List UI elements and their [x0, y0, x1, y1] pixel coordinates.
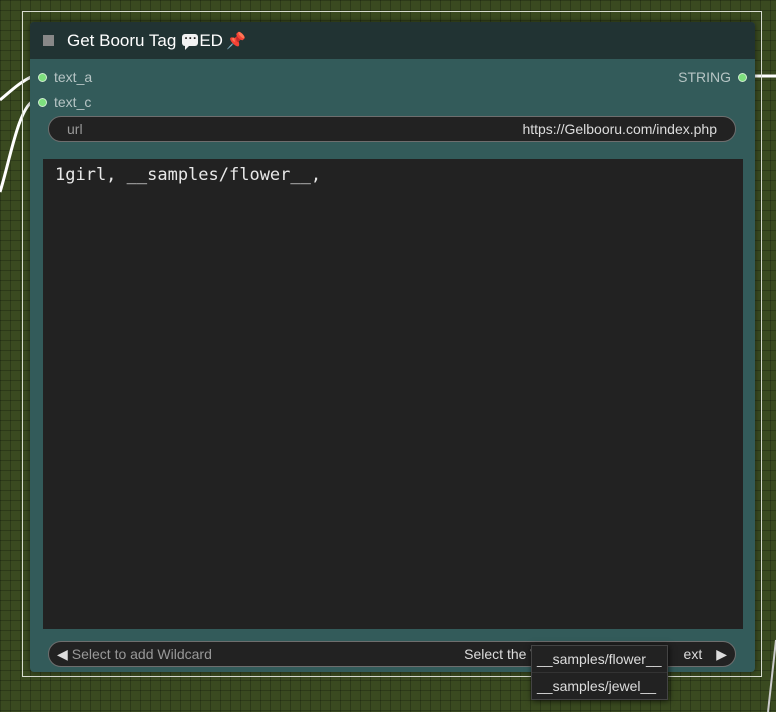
text-area[interactable]: 1girl, __samples/flower__, — [43, 159, 743, 629]
url-value: https://Gelbooru.com/index.php — [522, 121, 717, 137]
dropdown-item-jewel[interactable]: __samples/jewel__ — [532, 672, 667, 699]
url-widget[interactable]: url https://Gelbooru.com/index.php — [48, 116, 736, 142]
url-label: url — [67, 121, 83, 137]
get-booru-tag-node[interactable]: Get Booru Tag ED 📌 text_a text_c STRING … — [30, 22, 755, 672]
output-slot-string[interactable]: STRING — [678, 69, 747, 85]
input-dot[interactable] — [38, 72, 47, 82]
node-header[interactable]: Get Booru Tag ED 📌 — [30, 22, 755, 59]
input-dot[interactable] — [38, 97, 47, 107]
speech-bubble-icon — [182, 28, 199, 50]
input-label: text_a — [54, 69, 93, 85]
node-title: Get Booru Tag — [67, 30, 177, 50]
right-arrow-icon[interactable]: ▶ — [716, 646, 727, 663]
node-title-suffix: ED — [199, 30, 223, 50]
output-label: STRING — [678, 69, 731, 85]
input-slot-text-c[interactable]: text_c — [38, 94, 91, 110]
output-dot[interactable] — [738, 72, 747, 82]
left-arrow-icon[interactable]: ◀ — [57, 646, 68, 663]
dropdown-item-flower[interactable]: __samples/flower__ — [532, 646, 667, 672]
collapse-toggle[interactable] — [43, 35, 54, 46]
wildcard-dropdown-menu[interactable]: __samples/flower__ __samples/jewel__ — [531, 645, 668, 700]
wildcard-label: Select to add Wildcard — [71, 646, 212, 662]
pin-icon: 📌 — [225, 32, 246, 50]
wildcard-value-tail: ext — [683, 646, 703, 662]
wire-background — [767, 639, 776, 712]
input-label: text_c — [54, 94, 92, 110]
input-slot-text-a[interactable]: text_a — [38, 69, 92, 85]
